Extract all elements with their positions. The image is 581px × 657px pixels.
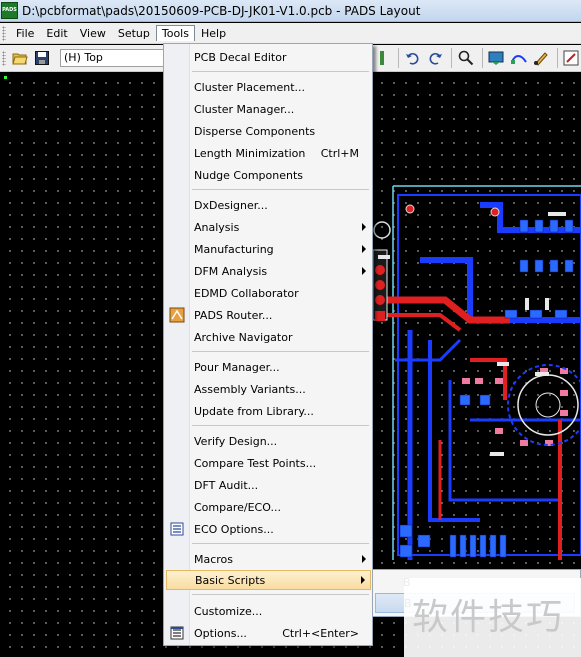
options-icon [170, 626, 184, 640]
pour-toolbar-icon[interactable] [531, 48, 551, 68]
pad [375, 311, 385, 321]
shortcut-label: Ctrl+M [320, 146, 359, 160]
via [490, 207, 500, 217]
layer-select[interactable]: (H) Top [60, 49, 168, 67]
eco-options-icon [170, 522, 184, 536]
window-title: D:\pcbformat\pads\20150609-PCB-DJ-JK01-V… [22, 3, 421, 18]
menu-edmd-collaborator[interactable]: EDMD Collaborator [166, 283, 371, 303]
undo-icon[interactable] [403, 48, 423, 68]
submenu-arrow-icon [362, 223, 366, 231]
pad [375, 265, 385, 275]
submenu-arrow-icon [362, 555, 366, 563]
component-pads [399, 219, 574, 558]
zoom-icon[interactable] [456, 48, 476, 68]
submenu-arrow-icon [362, 267, 366, 275]
submenu-arrow-icon [362, 245, 366, 253]
toolbar-separator [451, 48, 452, 68]
toolbar-separator [482, 48, 483, 68]
menu-manufacturing[interactable]: Manufacturing [166, 239, 371, 259]
origin-marker [4, 76, 7, 79]
route-toolbar-icon[interactable] [509, 48, 529, 68]
menu-separator [192, 189, 369, 190]
menu-cluster-manager[interactable]: Cluster Manager... [166, 99, 371, 119]
menu-macros[interactable]: Macros [166, 549, 371, 569]
via [405, 204, 415, 214]
grid-toggle-icon[interactable] [372, 48, 392, 68]
menu-dfm-analysis[interactable]: DFM Analysis [166, 261, 371, 281]
toolbar-separator [398, 48, 399, 68]
mounting-hole [373, 221, 391, 239]
menu-file[interactable]: File [10, 25, 40, 42]
menu-update-from-library[interactable]: Update from Library... [166, 401, 371, 421]
watermark-text: 软件技巧 [412, 597, 565, 638]
circular-footprint [517, 374, 579, 436]
menu-customize[interactable]: Customize... [166, 601, 371, 621]
pads-router-icon [169, 307, 185, 323]
menu-tools[interactable]: Tools [155, 25, 195, 41]
board-outline [392, 185, 581, 560]
design-toolbar-icon[interactable] [487, 48, 507, 68]
pads-logo-icon: PADS [1, 2, 18, 19]
blue-trace [428, 340, 480, 522]
menu-separator [192, 543, 369, 544]
toolbar-separator [557, 48, 558, 68]
menu-dxdesigner[interactable]: DxDesigner... [166, 195, 371, 215]
title-bar: PADS D:\pcbformat\pads\20150609-PCB-DJ-J… [0, 0, 581, 22]
menu-assembly-variants[interactable]: Assembly Variants... [166, 379, 371, 399]
shortcut-label: Ctrl+<Enter> [282, 626, 359, 640]
tools-menu-dropdown: PCB Decal Editor Cluster Placement... Cl… [163, 43, 373, 646]
circular-keepout [507, 364, 581, 446]
circular-footprint-inner [535, 392, 561, 418]
menu-separator [192, 594, 369, 595]
menu-pads-router[interactable]: PADS Router... [166, 305, 371, 325]
toolbar-right-group [372, 48, 581, 68]
menu-archive-navigator[interactable]: Archive Navigator [166, 327, 371, 347]
menu-help[interactable]: Help [195, 25, 232, 42]
pad [375, 280, 385, 290]
menu-pour-manager[interactable]: Pour Manager... [166, 357, 371, 377]
menu-nudge-components[interactable]: Nudge Components [166, 165, 371, 185]
menu-compare-test-points[interactable]: Compare Test Points... [166, 453, 371, 473]
menu-bar: File Edit View Setup Tools Help [0, 23, 581, 44]
toolbar-grip-icon [2, 50, 6, 66]
menu-pcb-decal-editor[interactable]: PCB Decal Editor [166, 47, 371, 67]
redo-icon[interactable] [425, 48, 445, 68]
blue-trace [395, 338, 462, 362]
menu-basic-scripts[interactable]: Basic Scripts [166, 570, 371, 590]
menu-analysis[interactable]: Analysis [166, 217, 371, 237]
menu-options[interactable]: Options... Ctrl+<Enter> [166, 623, 371, 643]
menu-edit[interactable]: Edit [40, 25, 73, 42]
menu-view[interactable]: View [74, 25, 112, 42]
submenu-arrow-icon [361, 576, 365, 584]
menu-length-minimization[interactable]: Length Minimization Ctrl+M [166, 143, 371, 163]
drafting-toolbar-icon[interactable] [562, 48, 581, 68]
menu-verify-design[interactable]: Verify Design... [166, 431, 371, 451]
pad [375, 295, 385, 305]
menu-cluster-placement[interactable]: Cluster Placement... [166, 77, 371, 97]
menubar-grip-icon [2, 25, 6, 41]
menu-compare-eco[interactable]: Compare/ECO... [166, 497, 371, 517]
menu-eco-options[interactable]: ECO Options... [166, 519, 371, 539]
menu-separator [192, 425, 369, 426]
menu-separator [192, 351, 369, 352]
menu-dft-audit[interactable]: DFT Audit... [166, 475, 371, 495]
menu-disperse-components[interactable]: Disperse Components [166, 121, 371, 141]
menu-separator [192, 71, 369, 72]
red-trace [380, 313, 462, 332]
save-icon[interactable] [32, 48, 52, 68]
open-folder-icon[interactable] [10, 48, 30, 68]
menu-setup[interactable]: Setup [112, 25, 156, 42]
